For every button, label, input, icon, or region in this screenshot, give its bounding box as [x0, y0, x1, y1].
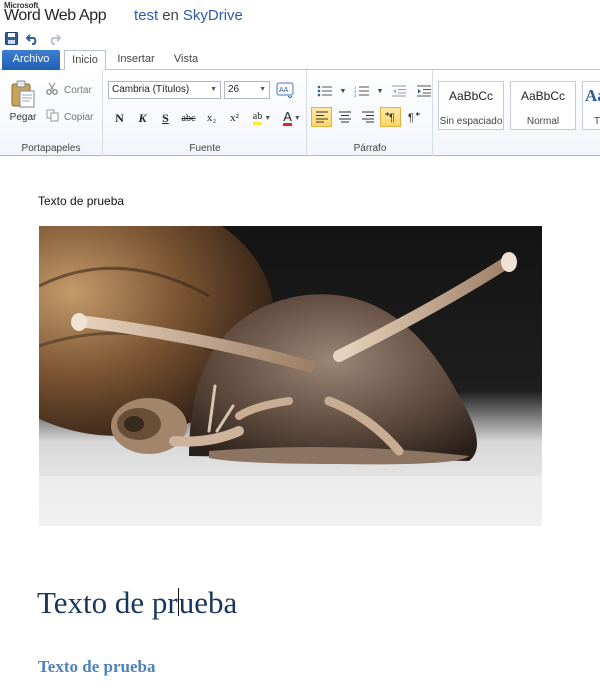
font-color-label: A	[283, 109, 292, 126]
bullet-list-icon	[317, 85, 332, 97]
strikethrough-button[interactable]: abc	[178, 108, 199, 128]
svg-text:¶: ¶	[408, 112, 414, 123]
decrease-indent-icon	[391, 85, 406, 97]
subscript-button[interactable]: x₂	[201, 108, 222, 128]
bullets-button[interactable]	[314, 81, 335, 101]
heading-1-text-start: Texto de pr	[37, 585, 178, 620]
chevron-down-icon: ▼	[293, 114, 301, 122]
align-center-icon	[338, 111, 351, 123]
style-sample: Aa	[585, 86, 600, 105]
decrease-indent-button[interactable]	[388, 81, 409, 101]
paste-label: Pegar	[9, 111, 37, 123]
skydrive-link[interactable]: SkyDrive	[183, 7, 243, 24]
copy-icon	[46, 109, 59, 125]
chevron-down-icon: ▼	[210, 86, 217, 93]
grow-font-button[interactable]: AA	[276, 82, 294, 100]
style-name: Sin espaciado	[439, 116, 503, 127]
group-styles: AaBbCc Sin espaciado AaBbCc Normal Aa T	[434, 70, 600, 156]
style-name: Normal	[526, 116, 560, 127]
svg-text:AA: AA	[279, 87, 289, 94]
chevron-down-icon[interactable]: ▼	[376, 81, 384, 101]
style-name: T	[593, 116, 600, 127]
snail-image[interactable]	[39, 226, 542, 526]
group-font: Cambria (Títulos) ▼ 26 ▼ AA N K S abc x₂…	[104, 70, 307, 156]
document-name-link[interactable]: test	[134, 7, 158, 24]
cut-label: Cortar	[64, 84, 92, 96]
tab-insertar[interactable]: Insertar	[112, 50, 160, 70]
font-size-value: 26	[228, 84, 240, 95]
underline-button[interactable]: S	[155, 108, 176, 128]
style-no-spacing[interactable]: AaBbCc Sin espaciado	[438, 81, 504, 130]
right-to-left-icon: ¶	[408, 112, 420, 123]
document-canvas[interactable]: Texto de prueba Texto de prueba Texto de…	[0, 157, 600, 699]
chevron-down-icon[interactable]: ▼	[339, 81, 347, 101]
style-normal[interactable]: AaBbCc Normal	[510, 81, 576, 130]
bold-button[interactable]: N	[109, 108, 130, 128]
superscript-button[interactable]: x²	[224, 108, 245, 128]
increase-indent-icon	[416, 85, 431, 97]
app-name: Word Web App	[4, 7, 107, 24]
chevron-down-icon: ▼	[259, 86, 266, 93]
group-paragraph: ▼ 123 ▼ ¶ ¶ Párrafo	[308, 70, 433, 156]
group-clipboard: Pegar Cortar Copiar Portapapeles	[0, 70, 103, 156]
ribbon: Pegar Cortar Copiar Portapapeles Cambria…	[0, 70, 600, 156]
group-label-clipboard: Portapapeles	[21, 143, 81, 154]
font-size-dropdown[interactable]: 26 ▼	[224, 81, 270, 99]
left-to-right-icon: ¶	[384, 112, 395, 123]
chevron-down-icon: ▼	[264, 114, 272, 122]
font-format-row: N K S abc x₂ x² ab ▼ A ▼	[109, 108, 305, 128]
undo-icon[interactable]	[25, 31, 40, 46]
font-name-dropdown[interactable]: Cambria (Títulos) ▼	[108, 81, 221, 99]
paste-icon	[11, 80, 35, 108]
group-label-font: Fuente	[189, 143, 221, 154]
font-name-value: Cambria (Títulos)	[112, 84, 190, 95]
scissors-icon	[46, 82, 59, 98]
ltr-button[interactable]: ¶	[380, 107, 401, 127]
heading-1-text-end: ueba	[178, 585, 238, 620]
title-bar: Microsoft Word Web App test en SkyDrive	[0, 0, 600, 30]
document-heading-1[interactable]: Texto de prueba	[37, 585, 237, 621]
document-heading-2[interactable]: Texto de prueba	[38, 657, 155, 677]
paragraph-row-align: ¶ ¶	[311, 107, 424, 127]
paste-button[interactable]: Pegar	[6, 76, 40, 126]
svg-text:¶: ¶	[389, 112, 395, 123]
style-heading[interactable]: Aa T	[582, 81, 600, 130]
copy-button[interactable]: Copiar	[46, 109, 93, 125]
align-left-icon	[315, 111, 328, 123]
group-label-paragraph: Párrafo	[353, 143, 387, 154]
increase-indent-button[interactable]	[413, 81, 434, 101]
highlight-button[interactable]: ab ▼	[247, 108, 277, 128]
title-separator: en	[162, 7, 179, 24]
align-right-button[interactable]	[357, 107, 378, 127]
style-sample: AaBbCc	[520, 89, 566, 103]
quick-access-toolbar	[4, 30, 61, 46]
align-right-icon	[361, 111, 374, 123]
align-left-button[interactable]	[311, 107, 332, 127]
italic-button[interactable]: K	[132, 108, 153, 128]
grow-font-icon: AA	[276, 82, 294, 101]
numbering-button[interactable]: 123	[351, 81, 372, 101]
highlight-label: ab	[252, 111, 263, 125]
save-icon[interactable]	[4, 31, 19, 46]
rtl-button[interactable]: ¶	[403, 107, 424, 127]
font-color-button[interactable]: A ▼	[279, 108, 305, 128]
paragraph-row-lists: ▼ 123 ▼	[314, 81, 434, 101]
align-center-button[interactable]	[334, 107, 355, 127]
tab-archivo[interactable]: Archivo	[2, 50, 60, 70]
document-title: test en SkyDrive	[134, 7, 243, 24]
style-sample: AaBbCc	[448, 89, 494, 103]
document-paragraph[interactable]: Texto de prueba	[38, 194, 124, 208]
tab-vista[interactable]: Vista	[166, 50, 206, 70]
svg-text:3: 3	[354, 93, 357, 97]
cut-button[interactable]: Cortar	[46, 82, 92, 98]
ribbon-tabs: Archivo Inicio Insertar Vista	[0, 48, 600, 71]
tab-inicio[interactable]: Inicio	[64, 50, 106, 71]
copy-label: Copiar	[64, 111, 94, 123]
redo-icon[interactable]	[46, 31, 61, 46]
numbered-list-icon: 123	[354, 85, 369, 97]
